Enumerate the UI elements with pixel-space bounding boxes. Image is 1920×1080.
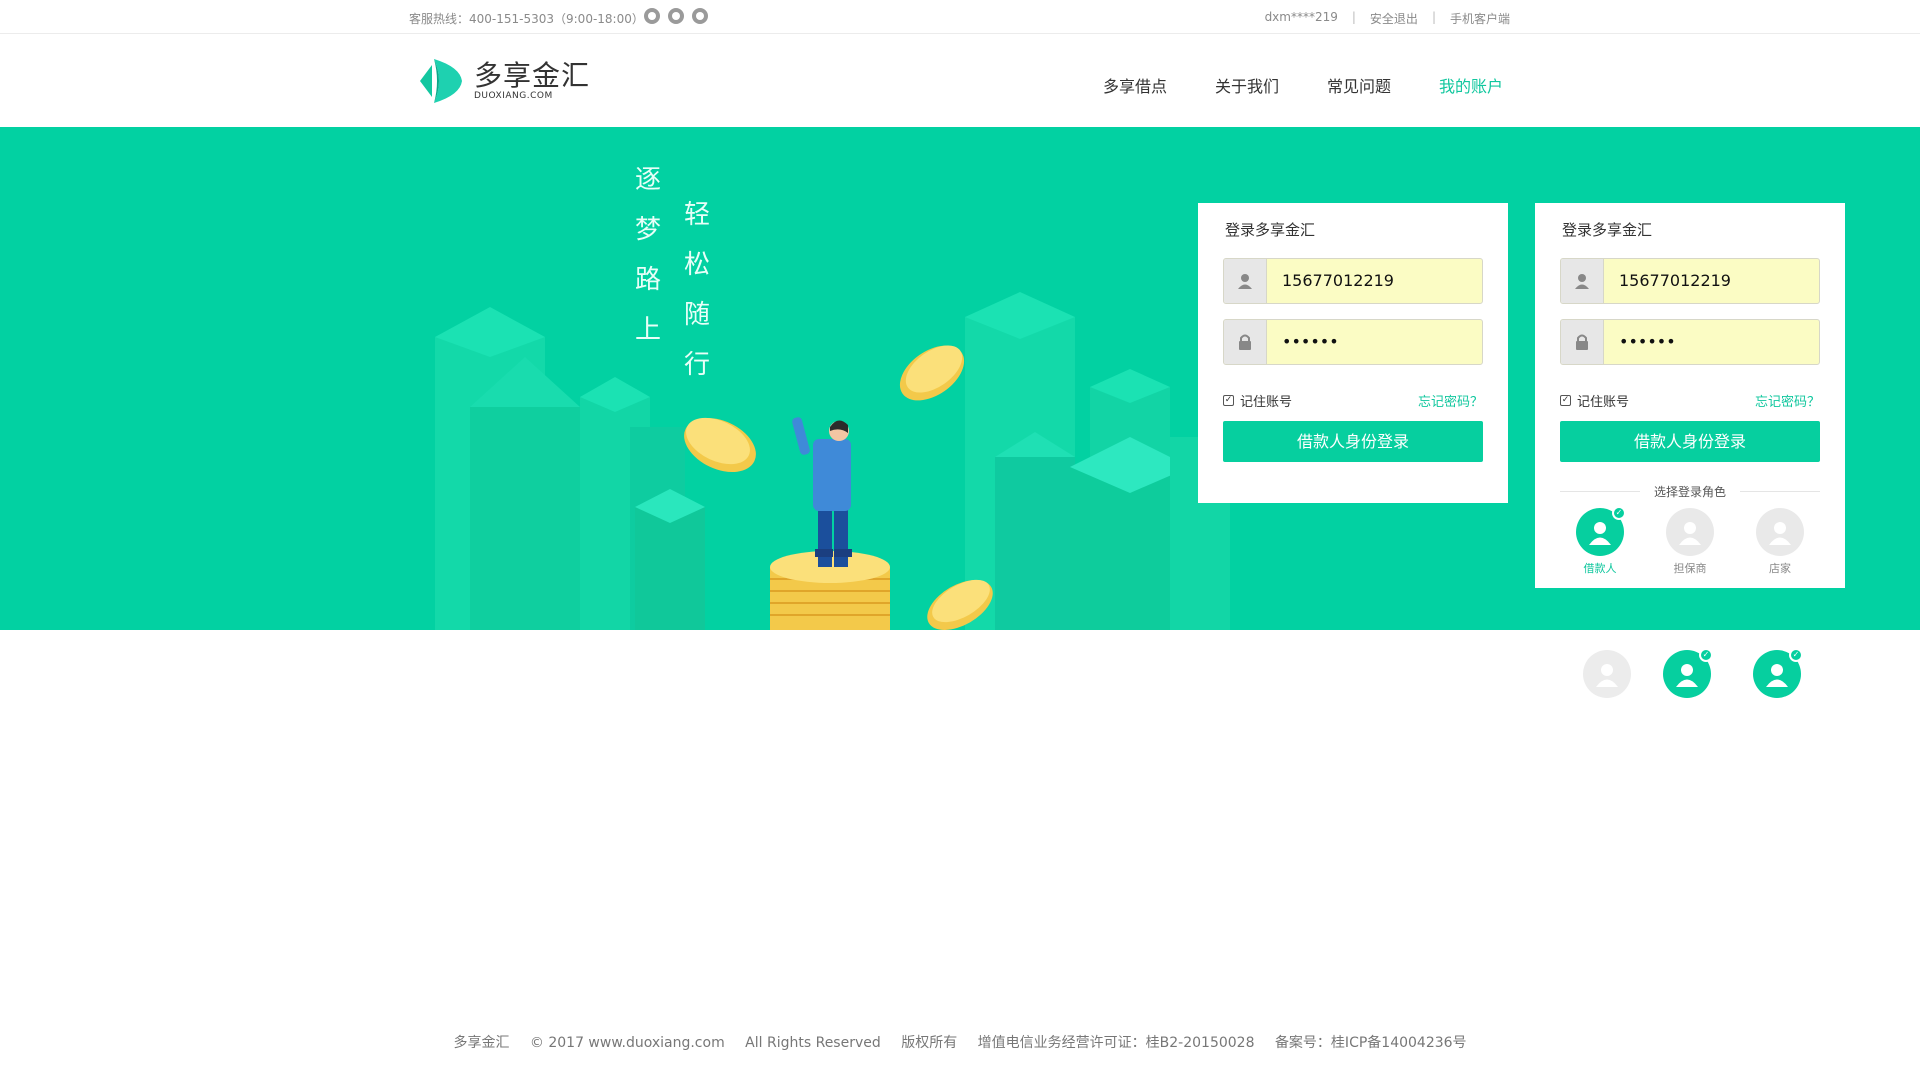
footer-license: 增值电信业务经营许可证：桂B2-20150028 (977, 1035, 1255, 1051)
user-icon (1561, 259, 1604, 303)
role-select-title: 选择登录角色 (1560, 483, 1820, 500)
header: 多享金汇 DUOXIANG.COM 多享借点 关于我们 常见问题 我的账户 (8, 35, 1912, 127)
borrower-login-button[interactable]: 借款人身份登录 (1560, 421, 1820, 462)
username-value[interactable]: 15677012219 (1604, 259, 1731, 303)
role-label: 店家 (1769, 562, 1791, 575)
borrower-login-button[interactable]: 借款人身份登录 (1223, 421, 1483, 462)
nav-my-account[interactable]: 我的账户 (1439, 73, 1503, 97)
role-icon-sprites: ✓ ✓ (0, 648, 1920, 700)
slogan-left: 逐 梦 路 上 (633, 155, 663, 355)
slogan-char: 随 (683, 300, 710, 330)
slogan-right: 轻 松 随 行 (682, 190, 712, 390)
forgot-password-link[interactable]: 忘记密码？ (1755, 391, 1820, 410)
logout-link[interactable]: 安全退出 (1370, 10, 1418, 27)
user-icon (1224, 259, 1267, 303)
nav-about-us[interactable]: 关于我们 (1215, 73, 1279, 97)
hotline-text: 客服热线：400-151-5303（9:00-18:00） (409, 12, 644, 26)
role-guarantor[interactable]: 担保商 (1650, 508, 1730, 576)
footer-rights: All Rights Reserved (745, 1035, 881, 1051)
slogan-char: 行 (683, 350, 710, 380)
qq-icon[interactable] (644, 8, 660, 24)
separator: | (1351, 10, 1356, 24)
borrower-avatar-icon (1589, 522, 1611, 545)
top-user-links: dxm****219 | 安全退出 | 手机客户端 (1265, 10, 1510, 27)
role-borrower[interactable]: ✓ 借款人 (1560, 506, 1640, 576)
logo-name: 多享金汇 (474, 59, 591, 92)
wechat-icon[interactable] (692, 8, 708, 24)
main-nav: 多享借点 关于我们 常见问题 我的账户 (1103, 73, 1503, 97)
remember-checkbox[interactable]: ✓ (1560, 395, 1571, 406)
username-value[interactable]: 15677012219 (1267, 259, 1394, 303)
green-guarantor-avatar-icon: ✓ (1663, 648, 1713, 698)
password-value[interactable]: •••••• (1604, 320, 1676, 364)
top-bar: 客服热线：400-151-5303（9:00-18:00） dxm****219… (0, 0, 1920, 34)
social-links (644, 8, 708, 24)
footer-copyright: © 2017 www.duoxiang.com (529, 1035, 725, 1051)
selected-check-icon: ✓ (1699, 648, 1713, 662)
mobile-client-link[interactable]: 手机客户端 (1450, 10, 1510, 27)
role-label: 借款人 (1583, 562, 1617, 575)
lock-icon (1224, 320, 1267, 364)
slogan-char: 松 (683, 250, 710, 280)
weibo-icon[interactable] (668, 8, 684, 24)
role-label: 担保商 (1673, 562, 1707, 575)
slogan-char: 轻 (683, 200, 710, 230)
login-card-with-roles: 登录多享金汇 15677012219 •••••• ✓ 记住账号 忘记密码？ 借… (1535, 203, 1845, 588)
remember-label: 记住账号 (1577, 395, 1630, 410)
username-field[interactable]: 15677012219 (1560, 258, 1820, 304)
role-selector: ✓ 借款人 担保商 店家 (1560, 506, 1820, 576)
remember-label: 记住账号 (1240, 395, 1293, 410)
green-shop-avatar-icon: ✓ (1753, 648, 1803, 698)
hero-banner: 逐 梦 路 上 轻 松 随 行 登录多享金汇 15677012219 •••••… (0, 127, 1920, 630)
separator: | (1431, 10, 1436, 24)
remember-account[interactable]: ✓ 记住账号 (1223, 391, 1292, 410)
logo-icon (420, 59, 462, 103)
username-link[interactable]: dxm****219 (1265, 10, 1338, 27)
logo[interactable]: 多享金汇 DUOXIANG.COM (410, 53, 590, 109)
footer-brand: 多享金汇 (453, 1035, 510, 1051)
password-field[interactable]: •••••• (1223, 319, 1483, 365)
remember-checkbox[interactable]: ✓ (1223, 395, 1234, 406)
slogan-char: 上 (634, 315, 661, 345)
grey-avatar-icon (1583, 650, 1631, 698)
guarantor-avatar-icon (1679, 522, 1701, 545)
login-title: 登录多享金汇 (1562, 221, 1653, 239)
shop-avatar-icon (1769, 522, 1791, 545)
nav-duoxiang-jiedian[interactable]: 多享借点 (1103, 73, 1167, 97)
forgot-password-link[interactable]: 忘记密码？ (1418, 391, 1483, 410)
role-shop[interactable]: 店家 (1740, 508, 1820, 576)
slogan-char: 逐 (634, 165, 661, 195)
slogan-char: 梦 (634, 215, 661, 245)
selected-check-icon: ✓ (1789, 648, 1803, 662)
remember-account[interactable]: ✓ 记住账号 (1560, 391, 1629, 410)
login-title: 登录多享金汇 (1225, 221, 1316, 239)
footer-owned: 版权所有 (901, 1035, 958, 1051)
slogan-char: 路 (634, 265, 661, 295)
username-field[interactable]: 15677012219 (1223, 258, 1483, 304)
coin-and-person-illustration (684, 345, 993, 630)
logo-domain: DUOXIANG.COM (474, 91, 553, 101)
nav-faq[interactable]: 常见问题 (1327, 73, 1391, 97)
login-card: 登录多享金汇 15677012219 •••••• ✓ 记住账号 忘记密码？ 借… (1198, 203, 1508, 503)
selected-check-icon: ✓ (1612, 506, 1626, 520)
lock-icon (1561, 320, 1604, 364)
footer: 多享金汇 © 2017 www.duoxiang.com All Rights … (0, 1032, 1920, 1052)
password-field[interactable]: •••••• (1560, 319, 1820, 365)
footer-icp: 备案号：桂ICP备14004236号 (1274, 1035, 1467, 1051)
password-value[interactable]: •••••• (1267, 320, 1339, 364)
